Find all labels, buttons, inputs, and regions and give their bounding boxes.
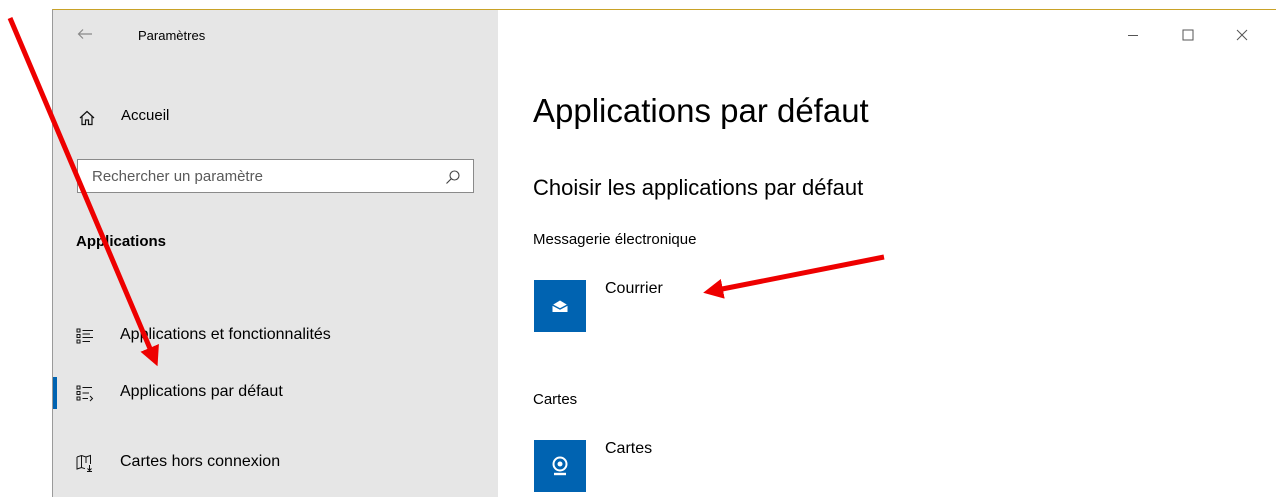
category-label-email: Messagerie électronique [533,231,697,248]
close-icon [1236,29,1248,41]
sidebar-item-label: Cartes hors connexion [120,453,281,470]
sidebar-item-label: Applications par défaut [120,383,283,400]
sidebar-item-default-apps[interactable]: Applications par défaut [53,373,498,413]
maps-app-tile [534,440,586,492]
offline-maps-icon [76,454,92,472]
search-input[interactable]: Rechercher un paramètre [77,159,474,193]
default-apps-icon [76,385,94,402]
search-icon[interactable] [445,169,461,185]
app-name: Courrier [605,280,663,297]
sidebar: Paramètres Accueil Rechercher un paramèt… [53,10,498,497]
maps-pin-icon [552,456,568,476]
active-indicator [53,377,57,409]
mail-icon [552,300,568,312]
maximize-icon [1182,29,1194,41]
home-icon [79,110,95,126]
window-title: Paramètres [138,28,206,43]
close-button[interactable] [1219,20,1265,50]
page-title: Applications par défaut [533,92,869,129]
minimize-icon [1128,35,1138,36]
sidebar-item-label: Applications et fonctionnalités [120,326,331,343]
default-app-maps[interactable]: Cartes [533,440,933,496]
mail-app-tile [534,280,586,332]
back-arrow-icon [77,29,92,39]
apps-features-icon [76,328,93,344]
maximize-button[interactable] [1165,20,1211,50]
sidebar-item-apps-features[interactable]: Applications et fonctionnalités [53,316,498,356]
app-name: Cartes [605,440,653,457]
default-app-email[interactable]: Courrier [533,280,933,336]
category-label-maps: Cartes [533,391,578,408]
nav-home[interactable]: Accueil [53,100,498,134]
nav-home-label: Accueil [121,107,170,124]
page-subtitle: Choisir les applications par défaut [533,175,864,200]
settings-window: Paramètres Accueil Rechercher un paramèt… [52,9,1276,497]
section-title: Applications [76,233,167,250]
search-placeholder: Rechercher un paramètre [92,168,263,185]
minimize-button[interactable] [1110,20,1156,50]
sidebar-item-offline-maps[interactable]: Cartes hors connexion [53,443,498,483]
back-button[interactable] [73,22,97,46]
